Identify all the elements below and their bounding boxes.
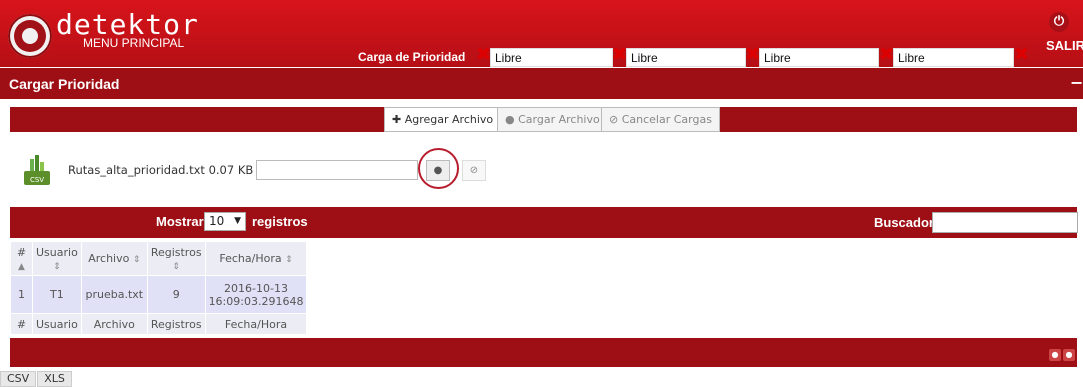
slot-1[interactable]: Libre bbox=[490, 48, 613, 67]
highlight-circle bbox=[418, 148, 459, 189]
sort-icon: ⇕ bbox=[285, 255, 293, 265]
cancel-single-button[interactable]: ⊘ bbox=[462, 160, 486, 181]
section-header: Cargar Prioridad − bbox=[0, 68, 1083, 99]
next-page-icon[interactable]: ● bbox=[1063, 349, 1075, 361]
close-slot-icon[interactable]: ✖ bbox=[476, 46, 491, 64]
records-label: registros bbox=[252, 214, 308, 229]
export-csv-button[interactable]: CSV bbox=[0, 371, 37, 387]
col-header-usuario[interactable]: Usuario ⇕ bbox=[32, 241, 82, 276]
cell-archivo: prueba.txt bbox=[80, 275, 148, 314]
close-slot-icon[interactable]: ✖ bbox=[1014, 46, 1029, 64]
file-size: 0.07 KB bbox=[208, 163, 254, 177]
prev-page-icon[interactable]: ● bbox=[1049, 349, 1061, 361]
col-footer-num: # bbox=[10, 313, 33, 335]
logout-button[interactable]: SALIR bbox=[1046, 38, 1083, 53]
upload-progress-bar bbox=[256, 160, 418, 180]
cell-registros: 9 bbox=[146, 275, 206, 314]
page-size-select[interactable]: 10 ▼ bbox=[204, 212, 246, 231]
sort-icon: ⇕ bbox=[53, 261, 61, 272]
power-icon[interactable]: ⏻ bbox=[1049, 12, 1069, 32]
file-info: Rutas_alta_prioridad.txt 0.07 KB bbox=[68, 163, 253, 177]
page-size-value: 10 bbox=[209, 214, 225, 228]
plus-icon: ✚ bbox=[392, 113, 405, 126]
tab-carga-prioridad[interactable]: Carga de Prioridad bbox=[358, 50, 465, 64]
file-name: Rutas_alta_prioridad.txt bbox=[68, 163, 205, 177]
cell-fecha: 2016-10-13 16:09:03.291648 bbox=[204, 275, 308, 314]
col-header-archivo[interactable]: Archivo ⇕ bbox=[80, 241, 148, 276]
app-header: detektor MENU PRINCIPAL Carga de Priorid… bbox=[0, 0, 1083, 67]
add-file-label: Agregar Archivo bbox=[404, 113, 494, 126]
search-label: Buscador: bbox=[874, 215, 939, 230]
cancel-icon: ⊘ bbox=[609, 113, 622, 126]
cell-usuario: T1 bbox=[32, 275, 82, 314]
close-slot-icon[interactable]: ✖ bbox=[745, 46, 760, 64]
uploads-table: # ▲ Usuario ⇕ Archivo ⇕ Registros ⇕ Fecha/H… bbox=[10, 241, 308, 335]
cell-num: 1 bbox=[10, 275, 33, 314]
section-title: Cargar Prioridad bbox=[9, 76, 120, 92]
svg-text:CSV: CSV bbox=[30, 176, 44, 184]
col-footer-archivo: Archivo bbox=[80, 313, 148, 335]
table-footer-bar bbox=[10, 338, 1077, 367]
upload-file-button[interactable]: ● Cargar Archivo bbox=[497, 107, 608, 132]
slot-2[interactable]: Libre bbox=[626, 48, 746, 67]
show-label: Mostrar bbox=[156, 214, 204, 229]
sort-icon: ⇕ bbox=[172, 261, 180, 272]
sort-asc-icon: ▲ bbox=[18, 261, 25, 272]
slot-label: Libre bbox=[898, 51, 925, 65]
table-row[interactable]: 1 T1 prueba.txt 9 2016-10-13 16:09:03.291… bbox=[10, 275, 308, 314]
menu-principal-link[interactable]: MENU PRINCIPAL bbox=[83, 36, 184, 50]
export-xls-button[interactable]: XLS bbox=[37, 371, 72, 387]
cancel-uploads-label: Cancelar Cargas bbox=[621, 113, 712, 126]
close-slot-icon[interactable]: ✖ bbox=[612, 46, 627, 64]
add-file-button[interactable]: ✚ Agregar Archivo bbox=[384, 107, 502, 132]
sort-icon: ⇕ bbox=[132, 255, 141, 265]
col-footer-registros: Registros bbox=[146, 313, 206, 335]
logo-icon bbox=[8, 14, 52, 58]
slot-3[interactable]: Libre bbox=[759, 48, 879, 67]
slot-label: Libre bbox=[764, 51, 791, 65]
col-header-fecha[interactable]: Fecha/Hora ⇕ bbox=[204, 241, 308, 276]
slot-label: Libre bbox=[631, 51, 658, 65]
col-footer-fecha: Fecha/Hora bbox=[204, 313, 308, 335]
upload-file-label: Cargar Archivo bbox=[518, 113, 600, 126]
search-input[interactable] bbox=[932, 212, 1078, 233]
close-slot-icon[interactable]: ✖ bbox=[879, 46, 894, 64]
slot-label: Libre bbox=[495, 51, 522, 65]
cancel-uploads-button[interactable]: ⊘ Cancelar Cargas bbox=[601, 107, 720, 132]
col-footer-usuario: Usuario bbox=[32, 313, 82, 335]
col-header-num[interactable]: # ▲ bbox=[10, 241, 33, 276]
slot-4[interactable]: Libre bbox=[893, 48, 1014, 67]
table-controls: Mostrar 10 ▼ registros Buscador: bbox=[10, 207, 1078, 238]
csv-file-icon: CSV bbox=[24, 155, 50, 185]
upload-toolbar: ✚ Agregar Archivo ● Cargar Archivo ⊘ Can… bbox=[10, 107, 1077, 132]
chevron-down-icon: ▼ bbox=[234, 216, 241, 226]
upload-icon: ● bbox=[505, 113, 519, 126]
collapse-icon[interactable]: − bbox=[1070, 73, 1083, 92]
col-header-registros[interactable]: Registros ⇕ bbox=[146, 241, 206, 276]
export-buttons: CSV XLS bbox=[0, 371, 73, 387]
pagination: ● ● bbox=[1047, 346, 1077, 361]
